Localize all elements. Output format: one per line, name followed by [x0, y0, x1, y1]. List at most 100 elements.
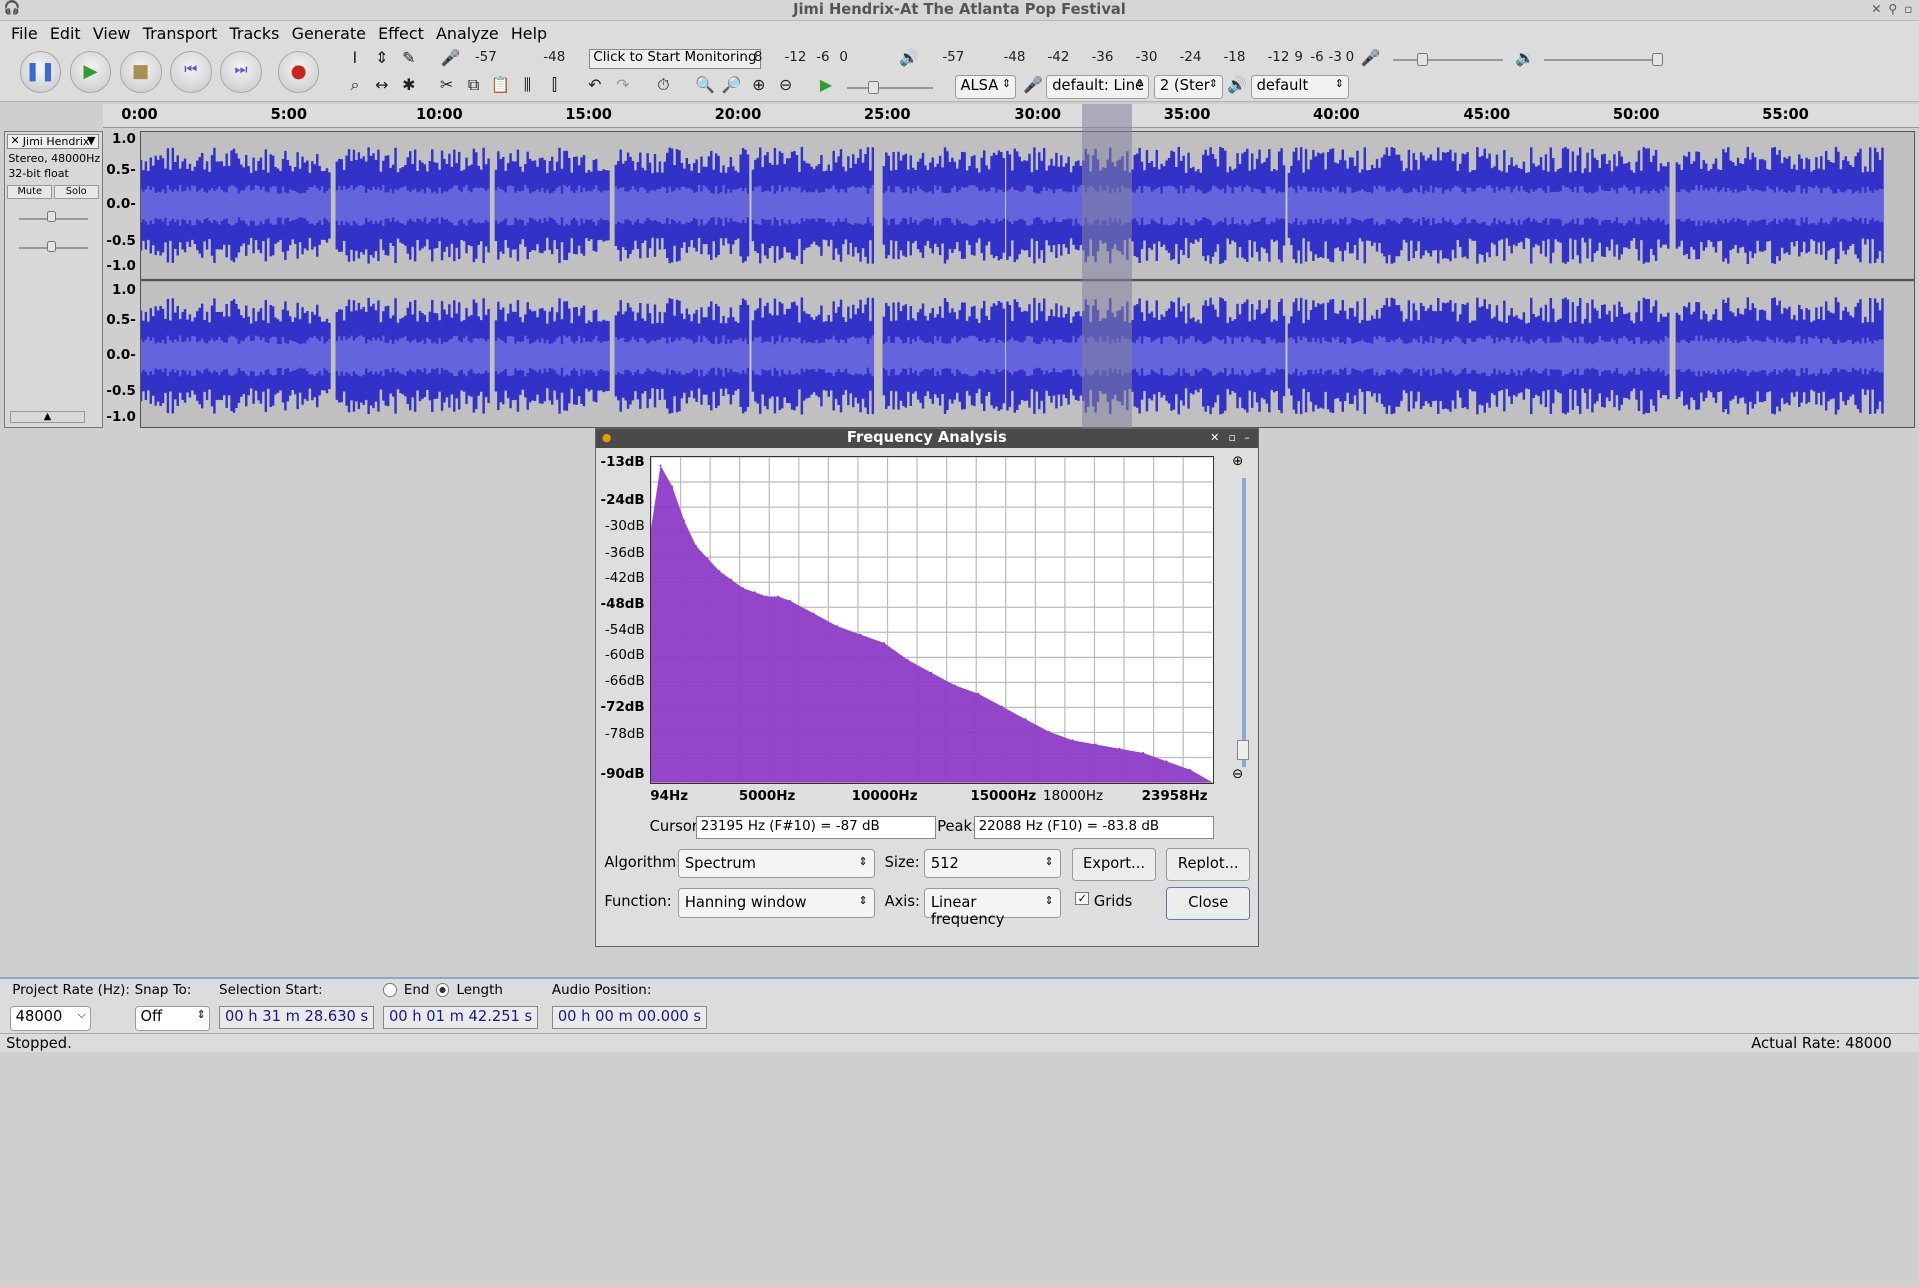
mute-button[interactable]: Mute [7, 184, 53, 200]
grids-checkbox[interactable]: ✓ [1075, 891, 1089, 906]
track-close-icon[interactable]: ✕ [11, 134, 20, 147]
zoom-out-icon[interactable]: 🔎 [720, 73, 744, 97]
close-button[interactable]: Close [1166, 887, 1251, 921]
redo-icon[interactable]: ↷ [611, 73, 635, 97]
spectrum-point [729, 578, 732, 581]
menu-generate[interactable]: Generate [286, 24, 372, 43]
menu-bar: File Edit View Transport Tracks Generate… [0, 20, 1919, 46]
track-name-menu[interactable]: ✕ Jimi Hendrix ▼ [7, 134, 99, 150]
project-rate-select[interactable]: 48000 ⌵ [9, 1005, 91, 1032]
fit-selection-icon[interactable]: ⊕ [747, 73, 771, 97]
size-select[interactable]: 512 ⇕ [923, 849, 1061, 879]
scale-top-1: 1.0 [112, 132, 136, 148]
export-button[interactable]: Export... [1071, 847, 1157, 881]
sync-lock-icon[interactable]: ⏱ [651, 73, 675, 97]
trim-icon[interactable]: ⫼ [515, 73, 539, 97]
recording-volume-thumb[interactable] [1417, 52, 1429, 67]
snap-to-select[interactable]: Off ⇕ [134, 1005, 211, 1032]
start-monitoring-button[interactable]: Click to Start Monitoring [588, 48, 762, 69]
record-button[interactable]: ● [277, 51, 320, 93]
paste-icon[interactable]: 📋 [488, 73, 512, 97]
menu-effect[interactable]: Effect [372, 24, 430, 43]
draw-tool-icon[interactable]: ✎ [397, 46, 421, 70]
timeline-ruler[interactable]: 0:00 5:00 10:00 15:00 20:00 25:00 30:00 … [102, 104, 1919, 129]
multi-tool-icon[interactable]: ✱ [397, 73, 421, 97]
play-at-speed-icon[interactable]: ▶ [814, 73, 838, 97]
skip-start-button[interactable]: ⏮ [170, 51, 212, 93]
record-meter[interactable]: -57 -48 [475, 50, 565, 70]
length-label: Length [456, 983, 503, 999]
play-meter-speaker-icon[interactable]: 🔊 [897, 46, 921, 70]
skip-end-button[interactable]: ⏭ [220, 51, 262, 93]
zoom-slider-thumb[interactable] [1237, 740, 1250, 760]
zoom-in-icon[interactable]: ⊕ [1232, 454, 1243, 469]
gain-thumb[interactable] [47, 211, 57, 223]
dialog-minimize-icon[interactable]: – [1244, 431, 1250, 444]
selection-highlight[interactable] [1081, 104, 1132, 429]
scale-top-m1: -1.0 [106, 259, 136, 275]
menu-file[interactable]: File [5, 24, 44, 43]
playback-volume-slider[interactable] [1544, 58, 1661, 62]
mic-volume-icon: 🎤 [1360, 48, 1381, 68]
selection-start-time[interactable]: 00 h 31 m 28.630 s [219, 1005, 375, 1029]
audio-position-time[interactable]: 00 h 00 m 00.000 s [551, 1005, 708, 1029]
selection-tool-icon[interactable]: I [343, 46, 367, 70]
frequency-analysis-dialog: Frequency Analysis ● ✕ ▫ – -13dB -24dB -… [594, 428, 1260, 948]
collapse-track-icon[interactable]: ▲ [9, 410, 86, 424]
zoom-slider[interactable] [1241, 478, 1246, 768]
play-speed-slider[interactable] [846, 86, 933, 90]
silence-icon[interactable]: ⫿ [542, 73, 566, 97]
replot-button[interactable]: Replot... [1166, 847, 1251, 881]
spectrum-point [1094, 743, 1097, 746]
selection-length-time[interactable]: 00 h 01 m 42.251 s [383, 1005, 539, 1029]
zoom-tool-icon[interactable]: ⌕ [343, 73, 367, 97]
minimize-icon[interactable]: ▫ [1904, 2, 1912, 16]
play-meter[interactable]: -57 -48 -42 -36 -30 -24 -18 -12 9 -6 -3 … [942, 50, 1354, 70]
undo-icon[interactable]: ↶ [583, 73, 607, 97]
axis-select[interactable]: Linear frequency ⇕ [923, 888, 1061, 928]
record-icon: ● [290, 60, 307, 82]
spectrum-point [682, 519, 685, 522]
zoom-out-icon[interactable]: ⊖ [1232, 767, 1243, 782]
record-meter-mic-icon[interactable]: 🎤 [438, 46, 462, 70]
menu-analyze[interactable]: Analyze [430, 24, 505, 43]
close-icon[interactable]: ✕ [1871, 2, 1881, 16]
pan-thumb[interactable] [47, 240, 57, 252]
play-speed-thumb[interactable] [867, 80, 879, 95]
solo-button[interactable]: Solo [53, 184, 99, 200]
spectrum-point [718, 570, 720, 573]
skip-end-icon: ⏭ [234, 60, 248, 78]
stop-button[interactable]: ■ [119, 51, 162, 93]
spectrum-plot[interactable] [649, 456, 1214, 785]
playback-volume-thumb[interactable] [1652, 52, 1664, 67]
dialog-close-icon[interactable]: ✕ [1210, 431, 1219, 444]
copy-icon[interactable]: ⧉ [461, 73, 485, 97]
recording-volume-slider[interactable] [1392, 58, 1503, 62]
menu-transport[interactable]: Transport [137, 24, 224, 43]
dialog-maximize-icon[interactable]: ▫ [1228, 431, 1235, 444]
recording-device-select[interactable]: default: Line ⇕ [1046, 74, 1150, 100]
cut-icon[interactable]: ✂ [434, 73, 458, 97]
end-radio[interactable] [383, 983, 397, 997]
playback-device-select[interactable]: default ⇕ [1250, 74, 1349, 100]
pause-button[interactable]: ❚❚ [19, 51, 62, 93]
algorithm-select[interactable]: Spectrum ⇕ [677, 849, 875, 879]
envelope-tool-icon[interactable]: ⇕ [370, 46, 394, 70]
play-button[interactable]: ▶ [69, 51, 112, 93]
restore-icon[interactable]: ⚲ [1888, 2, 1897, 16]
waveform-area[interactable] [139, 130, 1916, 429]
zoom-in-icon[interactable]: 🔍 [693, 73, 717, 97]
timeshift-tool-icon[interactable]: ↔ [370, 73, 394, 97]
scale-bot-m1: -1.0 [106, 409, 136, 425]
channels-select[interactable]: 2 (Ster ⇕ [1154, 74, 1223, 100]
y-label: -60dB [604, 648, 645, 664]
scale-top-m05: -0.5 [106, 233, 136, 249]
length-radio[interactable] [435, 983, 450, 997]
audio-host-select[interactable]: ALSA ⇕ [954, 74, 1016, 100]
fit-project-icon[interactable]: ⊖ [773, 73, 797, 97]
menu-view[interactable]: View [87, 24, 137, 43]
menu-tracks[interactable]: Tracks [223, 24, 285, 43]
menu-edit[interactable]: Edit [44, 24, 87, 43]
menu-help[interactable]: Help [505, 24, 553, 43]
function-select[interactable]: Hanning window ⇕ [677, 888, 875, 918]
